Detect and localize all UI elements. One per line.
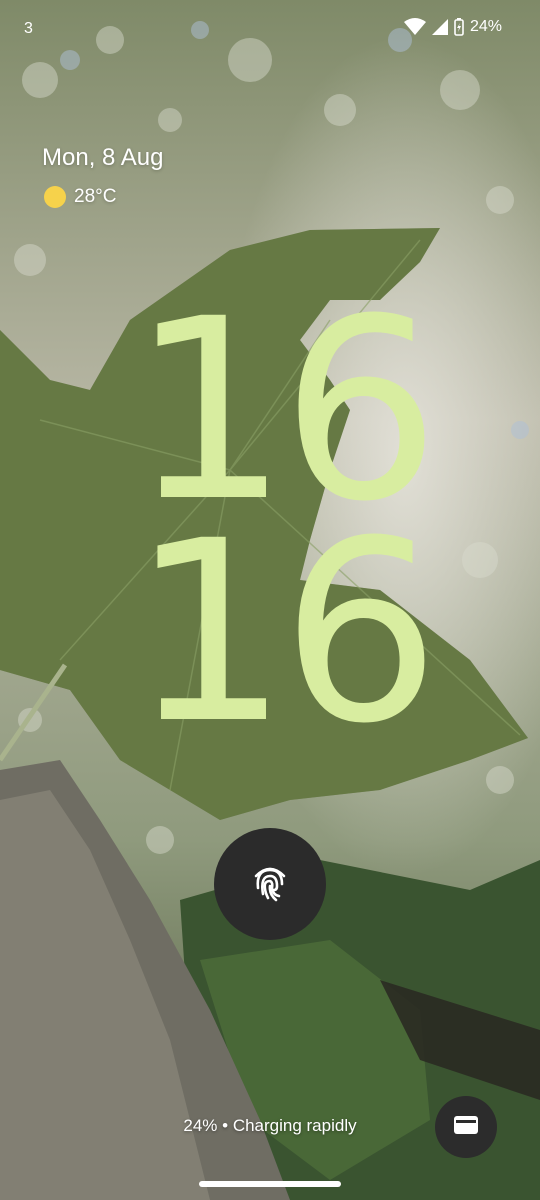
cellular-signal-icon	[431, 19, 448, 35]
lockscreen-date[interactable]: Mon, 8 Aug	[42, 144, 163, 172]
fingerprint-icon	[246, 858, 294, 911]
notification-count: 3	[24, 20, 33, 37]
weather-temperature: 28°C	[74, 186, 117, 207]
battery-percent: 24%	[469, 18, 502, 35]
lockscreen-clock: 16 16	[130, 286, 440, 778]
status-bar: 3 24%	[0, 0, 540, 60]
status-icons: 24%	[403, 18, 502, 36]
wifi-icon	[403, 18, 426, 36]
clock-minutes: 16	[130, 487, 440, 778]
home-gesture-handle[interactable]	[199, 1181, 341, 1187]
sun-icon	[44, 186, 66, 208]
battery-charging-icon	[454, 18, 464, 36]
wallet-icon	[453, 1114, 479, 1141]
wallet-button[interactable]	[435, 1096, 497, 1158]
weather-widget[interactable]: 28°C	[44, 186, 116, 208]
fingerprint-sensor-button[interactable]	[214, 828, 326, 940]
